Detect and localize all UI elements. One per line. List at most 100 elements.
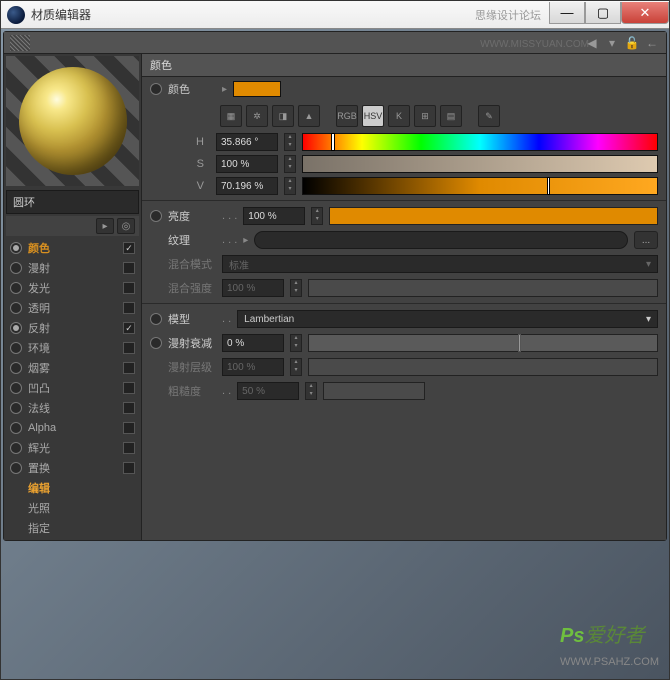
falloff-slider[interactable] [308, 334, 658, 352]
swatches-icon[interactable]: ▤ [440, 105, 462, 127]
roughness-field: 50 % [237, 382, 299, 400]
channel-radio-icon[interactable] [10, 382, 22, 394]
val-spinner[interactable]: ▴▾ [284, 177, 296, 195]
tab-target-button[interactable]: ◎ [117, 218, 135, 234]
channel-row-4[interactable]: 反射 ✓ [6, 318, 139, 338]
minimize-button[interactable]: — [549, 2, 585, 24]
channel-row-1[interactable]: 漫射 [6, 258, 139, 278]
channel-checkbox[interactable] [123, 282, 135, 294]
val-field[interactable]: 70.196 % [216, 177, 278, 195]
picture-icon[interactable]: ▲ [298, 105, 320, 127]
channel-row-8[interactable]: 法线 [6, 398, 139, 418]
brightness-expand-icon[interactable] [150, 210, 162, 222]
channel-radio-icon[interactable] [10, 442, 22, 454]
mixmode-dropdown[interactable]: 标准▾ [222, 255, 658, 273]
channel-row-9[interactable]: Alpha [6, 418, 139, 438]
wheel-icon[interactable]: ✲ [246, 105, 268, 127]
channel-radio-icon[interactable] [10, 262, 22, 274]
channel-checkbox[interactable] [123, 382, 135, 394]
channel-checkbox[interactable] [123, 402, 135, 414]
dots-icon: . . . [222, 210, 237, 222]
maximize-button[interactable]: ▢ [585, 2, 621, 24]
channel-row-7[interactable]: 凹凸 [6, 378, 139, 398]
hue-field[interactable]: 35.866 ° [216, 133, 278, 151]
channel-checkbox[interactable]: ✓ [123, 242, 135, 254]
channel-label: 环境 [28, 340, 117, 356]
channel-row-10[interactable]: 辉光 [6, 438, 139, 458]
channel-row-2[interactable]: 发光 [6, 278, 139, 298]
sat-field[interactable]: 100 % [216, 155, 278, 173]
grip-icon[interactable] [10, 35, 30, 51]
arrow-icon[interactable]: ▸ [243, 235, 248, 246]
channel-radio-icon[interactable] [10, 302, 22, 314]
falloff-expand-icon[interactable] [150, 337, 162, 349]
material-name-field[interactable]: 圆环 [6, 190, 139, 214]
channel-row-11[interactable]: 置换 [6, 458, 139, 478]
prev-arrow-icon[interactable]: ← [644, 35, 660, 51]
tab-nav-button[interactable]: ▸ [96, 218, 114, 234]
channel-checkbox[interactable] [123, 302, 135, 314]
mixer-icon[interactable]: ⊞ [414, 105, 436, 127]
spectrum-icon[interactable]: ◨ [272, 105, 294, 127]
brightness-spinner[interactable]: ▴▾ [311, 207, 323, 225]
channel-checkbox[interactable] [123, 422, 135, 434]
channel-row-3[interactable]: 透明 [6, 298, 139, 318]
channel-checkbox[interactable] [123, 262, 135, 274]
channel-radio-icon[interactable] [10, 322, 22, 334]
channel-checkbox[interactable] [123, 462, 135, 474]
model-dropdown[interactable]: Lambertian▾ [237, 310, 658, 328]
channel-label: 发光 [28, 280, 117, 296]
mixstrength-spinner: ▴▾ [290, 279, 302, 297]
channel-row-13[interactable]: 光照 [6, 498, 139, 518]
channel-checkbox[interactable]: ✓ [123, 322, 135, 334]
channel-checkbox[interactable] [123, 442, 135, 454]
val-slider[interactable] [302, 177, 658, 195]
channel-radio-icon[interactable] [10, 402, 22, 414]
k-mode-button[interactable]: K [388, 105, 410, 127]
falloff-field[interactable]: 0 % [222, 334, 284, 352]
channel-radio-icon[interactable] [10, 422, 22, 434]
channel-row-0[interactable]: 颜色 ✓ [6, 238, 139, 258]
channel-radio-icon[interactable] [10, 362, 22, 374]
color-swatch[interactable] [233, 81, 281, 97]
gradient-icon[interactable]: ▦ [220, 105, 242, 127]
channel-radio-icon[interactable] [10, 242, 22, 254]
lock-icon[interactable]: 🔓 [624, 35, 640, 51]
channel-label: Alpha [28, 422, 117, 434]
channel-row-6[interactable]: 烟雾 [6, 358, 139, 378]
level-slider [308, 358, 658, 376]
brightness-field[interactable]: 100 % [243, 207, 305, 225]
falloff-spinner[interactable]: ▴▾ [290, 334, 302, 352]
watermark-bottom-right: Ps爱好者 WWW.PSAHZ.COM [560, 619, 659, 671]
mixmode-label: 混合模式 [168, 256, 216, 272]
channel-row-5[interactable]: 环境 [6, 338, 139, 358]
channel-checkbox[interactable] [123, 362, 135, 374]
sat-spinner[interactable]: ▴▾ [284, 155, 296, 173]
window-titlebar: 材质编辑器 思缘设计论坛 — ▢ ✕ [1, 1, 669, 29]
channel-label: 光照 [28, 500, 135, 516]
roughness-label: 粗糙度 [168, 383, 216, 399]
close-button[interactable]: ✕ [621, 2, 669, 24]
model-expand-icon[interactable] [150, 313, 162, 325]
rgb-mode-button[interactable]: RGB [336, 105, 358, 127]
channel-radio-icon[interactable] [10, 462, 22, 474]
material-preview[interactable] [6, 56, 139, 186]
color-expand-icon[interactable] [150, 83, 162, 95]
channel-radio-icon[interactable] [10, 282, 22, 294]
mixstrength-label: 混合强度 [168, 280, 216, 296]
hsv-mode-button[interactable]: HSV [362, 105, 384, 127]
channel-radio-icon[interactable] [10, 342, 22, 354]
texture-field[interactable] [254, 231, 628, 249]
arrow-icon: ▸ [222, 84, 227, 95]
eyedropper-icon[interactable]: ✎ [478, 105, 500, 127]
brightness-slider[interactable] [329, 207, 658, 225]
channel-row-12[interactable]: 编辑 [6, 478, 139, 498]
hue-slider[interactable] [302, 133, 658, 151]
channel-label: 辉光 [28, 440, 117, 456]
channel-label: 编辑 [28, 480, 135, 496]
channel-row-14[interactable]: 指定 [6, 518, 139, 538]
hue-spinner[interactable]: ▴▾ [284, 133, 296, 151]
texture-browse-button[interactable]: ... [634, 231, 658, 249]
channel-checkbox[interactable] [123, 342, 135, 354]
sat-slider[interactable] [302, 155, 658, 173]
